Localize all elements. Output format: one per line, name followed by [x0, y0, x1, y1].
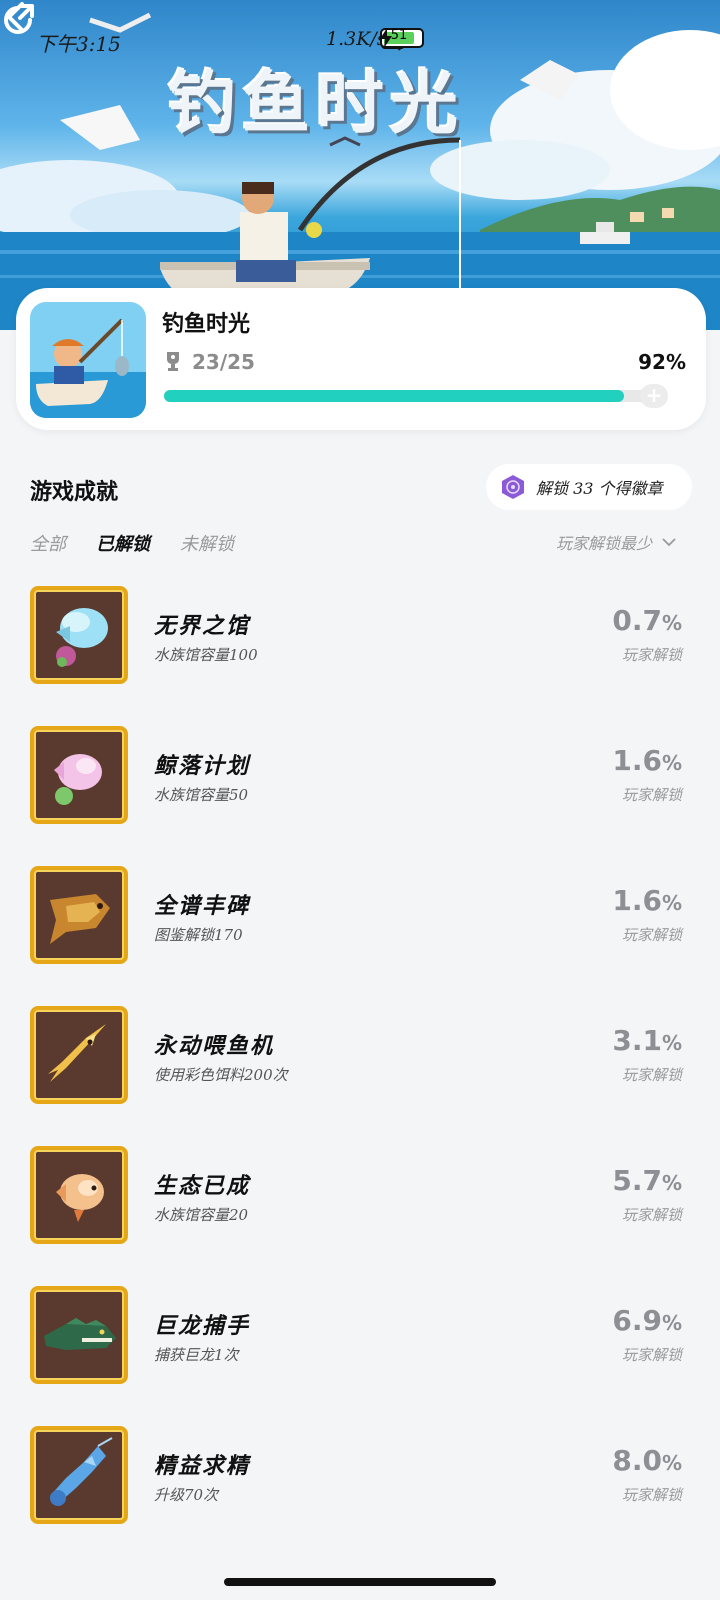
sort-dropdown[interactable]: 玩家解锁最少 [556, 530, 676, 554]
achievement-rate-label: 玩家解锁 [621, 1346, 682, 1364]
status-speed: 1.3K/s [326, 28, 387, 50]
achievement-rate: 0.7% [612, 604, 682, 637]
game-name: 钓鱼时光 [162, 311, 251, 337]
achievement-row[interactable]: 鲸落计划 水族馆容量50 1.6% 玩家解锁 [0, 726, 720, 826]
achievement-count: 23/25 [192, 350, 255, 374]
hero-title: 钓鱼时光 [168, 65, 465, 144]
achievement-rate-label: 玩家解锁 [621, 926, 682, 944]
achievements-page: 下午3:15 1.3K/s 51 钓鱼时光 钓鱼时光 23/25 92% + 游… [0, 0, 720, 1600]
pink-fish-icon [30, 726, 128, 824]
tab-all[interactable]: 全部 [30, 530, 66, 556]
achievement-row[interactable]: 全谱丰碑 图鉴解锁170 1.6% 玩家解锁 [0, 866, 720, 966]
achievement-rate-label: 玩家解锁 [621, 1066, 682, 1084]
tab-unlocked[interactable]: 已解锁 [96, 530, 150, 556]
achievement-rate: 1.6% [612, 744, 682, 777]
crocodile-icon [30, 1286, 128, 1384]
crystal-fish-icon [30, 586, 128, 684]
badge-unlock-pill[interactable]: 解锁 33 个得徽章 [486, 464, 692, 510]
achievement-rate-label: 玩家解锁 [621, 786, 682, 804]
achievement-name: 生态已成 [154, 1173, 251, 1199]
sort-label: 玩家解锁最少 [556, 534, 653, 553]
orange-fish-icon [30, 1146, 128, 1244]
achievement-name: 鲸落计划 [154, 753, 251, 779]
achievement-row[interactable]: 永动喂鱼机 使用彩色饵料200次 3.1% 玩家解锁 [0, 1006, 720, 1106]
achievement-percent: 92% [638, 350, 686, 374]
filter-tabs: 全部 已解锁 未解锁 [30, 530, 234, 556]
achievement-desc: 使用彩色饵料200次 [154, 1066, 288, 1084]
trophy-icon [167, 352, 179, 371]
achievement-rate: 5.7% [612, 1164, 682, 1197]
achievement-name: 巨龙捕手 [154, 1313, 251, 1339]
status-time: 下午3:15 [36, 32, 121, 56]
achievement-row[interactable]: 生态已成 水族馆容量20 5.7% 玩家解锁 [0, 1146, 720, 1246]
badge-unlock-text: 解锁 33 个得徽章 [536, 479, 663, 498]
chevron-down-icon [662, 537, 676, 546]
progress-bar-fill [164, 390, 624, 402]
achievement-row[interactable]: 巨龙捕手 捕获巨龙1次 6.9% 玩家解锁 [0, 1286, 720, 1386]
tab-locked[interactable]: 未解锁 [180, 530, 234, 556]
progress-end-knob [640, 383, 668, 408]
achievement-row[interactable]: 精益求精 升级70次 8.0% 玩家解锁 [0, 1426, 720, 1526]
game-app-icon [30, 302, 146, 418]
gold-swordfish-icon [30, 1006, 128, 1104]
achievement-desc: 捕获巨龙1次 [154, 1346, 239, 1364]
progress-bar [164, 390, 664, 402]
game-card: 钓鱼时光 23/25 92% [16, 288, 706, 430]
hero-banner: 下午3:15 1.3K/s 51 钓鱼时光 [0, 0, 720, 330]
achievement-rate-label: 玩家解锁 [621, 646, 682, 664]
section-title: 游戏成就 [30, 479, 119, 505]
blue-lobster-icon [30, 1426, 128, 1524]
achievement-rate: 6.9% [612, 1304, 682, 1337]
achievement-name: 全谱丰碑 [154, 893, 251, 919]
achievement-desc: 水族馆容量20 [154, 1206, 249, 1224]
golden-fish-icon [30, 866, 128, 964]
achievement-rate-label: 玩家解锁 [621, 1206, 682, 1224]
achievement-name: 永动喂鱼机 [154, 1033, 275, 1059]
achievement-row[interactable]: 无界之馆 水族馆容量100 0.7% 玩家解锁 [0, 586, 720, 686]
achievement-desc: 水族馆容量50 [154, 786, 249, 804]
share-icon[interactable] [0, 0, 38, 38]
status-icons: 51 [380, 28, 424, 51]
achievement-name: 精益求精 [154, 1453, 251, 1479]
achievement-rate: 3.1% [612, 1024, 682, 1057]
achievement-desc: 水族馆容量100 [154, 646, 258, 664]
achievement-desc: 升级70次 [154, 1486, 219, 1504]
badge-icon [502, 475, 524, 499]
achievement-rate-label: 玩家解锁 [621, 1486, 682, 1504]
achievement-rate: 8.0% [612, 1444, 682, 1477]
achievement-rate: 1.6% [612, 884, 682, 917]
achievement-desc: 图鉴解锁170 [154, 926, 243, 944]
achievement-name: 无界之馆 [154, 613, 251, 639]
charging-icon [380, 28, 392, 48]
home-indicator[interactable] [224, 1578, 496, 1586]
